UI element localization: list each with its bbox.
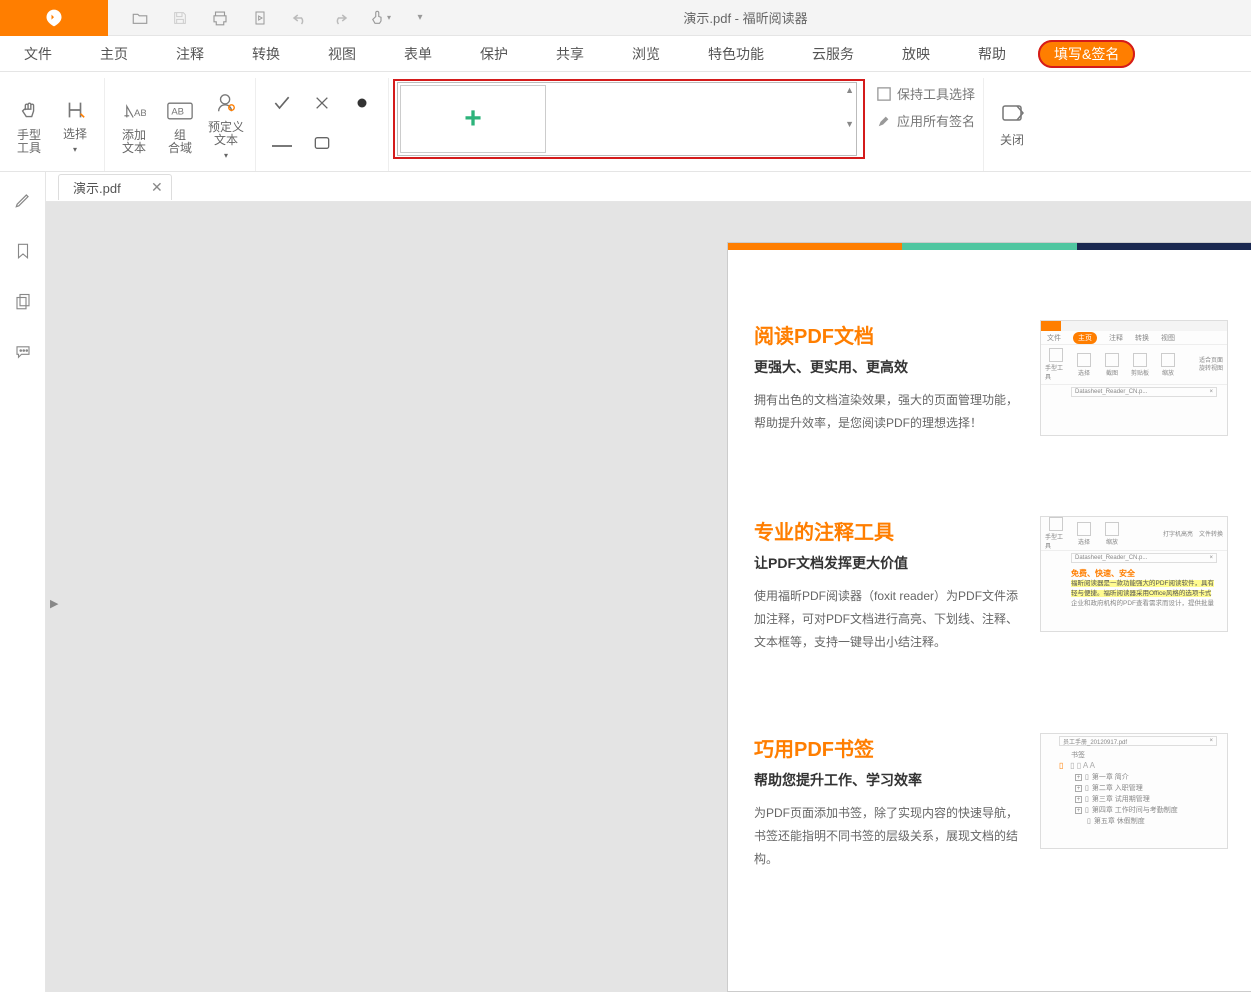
feature-bookmark: 巧用PDF书签 帮助您提升工作、学习效率 为PDF页面添加书签，除了实现内容的快…: [754, 733, 1231, 870]
tab-cloud[interactable]: 云服务: [788, 36, 878, 72]
predefined-icon: [215, 87, 237, 119]
rect-mark-button[interactable]: [314, 136, 330, 153]
gallery-down-icon[interactable]: ▼: [845, 119, 854, 129]
tab-protect[interactable]: 保护: [456, 36, 532, 72]
open-icon[interactable]: [120, 0, 160, 36]
tab-share[interactable]: 共享: [532, 36, 608, 72]
signature-options: 保持工具选择 应用所有签名: [869, 78, 984, 171]
close-icon: [1000, 101, 1024, 125]
pdf-page: 阅读PDF文档 更强大、更实用、更高效 拥有出色的文档渲染效果，强大的页面管理功…: [727, 242, 1251, 992]
feature-read: 阅读PDF文档 更强大、更实用、更高效 拥有出色的文档渲染效果，强大的页面管理功…: [754, 320, 1231, 436]
window-title: 演示.pdf - 福昕阅读器: [240, 8, 1251, 27]
close-ribbon-button[interactable]: 关闭: [984, 78, 1040, 171]
document-area: 演示.pdf ✕ ▶ 阅读PDF文档 更强大、更实用、更高效 拥有出色的文档渲染…: [46, 172, 1251, 992]
select-button[interactable]: 选择▾: [52, 94, 98, 156]
thumb-read: 文件 主页 注释 转换 视图 手型工具 选择 截图 剪贴板: [1040, 320, 1228, 436]
tab-comment[interactable]: 注释: [152, 36, 228, 72]
bookmark-icon[interactable]: [14, 241, 32, 264]
left-nav-rail: [0, 172, 46, 992]
document-tab[interactable]: 演示.pdf ✕: [58, 174, 172, 200]
check-mark-button[interactable]: [272, 93, 292, 116]
app-logo: [0, 0, 108, 36]
tab-help[interactable]: 帮助: [954, 36, 1030, 72]
thumb-bookmark: 员工手册_20120917.pdf× 书签 ▯ ▯ ▯ A A +▯ 第一章 简…: [1040, 733, 1228, 849]
ribbon: 手型 工具 选择▾ AB 添加 文本 AB 组 合域 预定义 文本▾: [0, 72, 1251, 172]
mark-shapes: [262, 85, 382, 165]
predefined-text-button[interactable]: 预定义 文本▾: [203, 87, 249, 162]
tab-convert[interactable]: 转换: [228, 36, 304, 72]
keep-tool-checkbox[interactable]: 保持工具选择: [877, 84, 975, 103]
gallery-up-icon[interactable]: ▲: [845, 85, 854, 95]
comments-icon[interactable]: [13, 343, 33, 364]
tab-file[interactable]: 文件: [0, 36, 76, 72]
tab-view[interactable]: 视图: [304, 36, 380, 72]
x-mark-button[interactable]: [314, 95, 330, 114]
svg-text:AB: AB: [134, 107, 146, 118]
line-mark-button[interactable]: [272, 137, 292, 152]
close-tab-icon[interactable]: ✕: [151, 179, 163, 196]
tab-slideshow[interactable]: 放映: [878, 36, 954, 72]
tab-home[interactable]: 主页: [76, 36, 152, 72]
plus-icon: +: [464, 102, 482, 136]
add-signature-slot[interactable]: +: [400, 85, 546, 153]
tab-form[interactable]: 表单: [380, 36, 456, 72]
edit-icon[interactable]: [13, 190, 33, 213]
pages-icon[interactable]: [14, 292, 32, 315]
titlebar: ▾ ▾ 演示.pdf - 福昕阅读器: [0, 0, 1251, 36]
thumb-annotate: 手型工具 选择 缩放 打字机高亮 文件转换 Datasheet_Reader_C…: [1040, 516, 1228, 632]
add-text-icon: AB: [122, 95, 146, 127]
tab-features[interactable]: 特色功能: [684, 36, 788, 72]
svg-text:AB: AB: [171, 106, 184, 117]
ribbon-tabs: 文件 主页 注释 转换 视图 表单 保护 共享 浏览 特色功能 云服务 放映 帮…: [0, 36, 1251, 72]
combo-field-button[interactable]: AB 组 合域: [157, 87, 203, 162]
dot-mark-button[interactable]: [356, 97, 368, 112]
print-icon[interactable]: [200, 0, 240, 36]
hand-tool-button[interactable]: 手型 工具: [6, 94, 52, 156]
feature-annotate: 专业的注释工具 让PDF文档发挥更大价值 使用福昕PDF阅读器（foxit re…: [754, 516, 1231, 653]
tab-browse[interactable]: 浏览: [608, 36, 684, 72]
canvas[interactable]: ▶ 阅读PDF文档 更强大、更实用、更高效 拥有出色的文档渲染效果，强大的页面管…: [46, 202, 1251, 992]
hand-icon: [18, 95, 40, 127]
add-text-button[interactable]: AB 添加 文本: [111, 87, 157, 162]
document-tabs: 演示.pdf ✕: [46, 172, 1251, 202]
select-icon: [64, 94, 86, 126]
signature-gallery: + ▲ ▼: [393, 79, 865, 159]
tab-fill-sign[interactable]: 填写&签名: [1038, 40, 1135, 68]
workspace: 演示.pdf ✕ ▶ 阅读PDF文档 更强大、更实用、更高效 拥有出色的文档渲染…: [0, 172, 1251, 992]
save-icon[interactable]: [160, 0, 200, 36]
apply-all-button[interactable]: 应用所有签名: [877, 111, 975, 130]
combo-field-icon: AB: [167, 95, 193, 127]
expand-panel-handle[interactable]: ▶: [50, 597, 58, 610]
